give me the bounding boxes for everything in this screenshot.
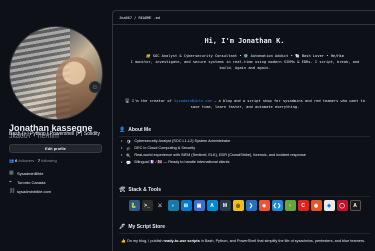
list-item: 🎓DEC in Cloud Computing & Security <box>121 145 306 152</box>
list-item: 💬Bilingual 🇫🇷 / 🇬🇧 — Ready to handle int… <box>121 159 306 166</box>
creator-suffix: — a blog and a script shop for sysadmins… <box>211 99 365 103</box>
store-description: 👍 On my blog, I publish ready-to-use scr… <box>121 238 365 243</box>
readme-greeting: Hi, I'm Jonathan K. <box>204 37 285 45</box>
wrench-icon: 🛠 <box>119 187 126 193</box>
creator-prefix: 🖥️ I'm the creator of <box>125 99 175 103</box>
about-title: About Me <box>128 127 152 133</box>
store-bold: ready-to-use scripts <box>163 239 200 243</box>
person-icon: 👤 <box>119 127 126 133</box>
readme-creator: 🖥️ I'm the creator of SysadminBible.com … <box>119 98 371 110</box>
stack-heading: 🛠 Stack & Tools <box>119 187 161 193</box>
link-icon: ⛓ <box>9 188 16 194</box>
bash-icon: >_ <box>141 200 153 211</box>
follow-counts: 👥 6 followers · 7 following <box>9 158 57 163</box>
avatar[interactable] <box>9 26 103 120</box>
list-item: 🛡Cybersecurity Analyst (SOC L1-L2) Syste… <box>121 138 306 145</box>
graduation-cap-icon: 🎓 <box>126 146 132 151</box>
metasploit-icon: M <box>219 200 231 211</box>
magnifier-icon: 🔍 <box>126 153 132 158</box>
building-icon: ▦ <box>9 170 14 176</box>
shield-icon: 🛡 <box>126 139 132 144</box>
intro-line-3: build. Again and again. <box>219 66 271 70</box>
set-status-icon[interactable]: ☺ <box>89 81 101 93</box>
following-count[interactable]: 7 <box>38 158 40 163</box>
windows-icon: ⊞ <box>180 200 192 211</box>
profile-company: ▦ SysadminBible <box>9 170 44 177</box>
profile-sidebar: ☺ Jonathan kassegne Jka667 · he/him <box>0 0 110 251</box>
store-suffix: in Bash, Python, and PowerShell that sim… <box>199 239 366 243</box>
location-pin-icon: ⌖ <box>9 179 12 185</box>
python-icon: 🐍 <box>128 200 140 211</box>
wireshark-icon: ◗ <box>167 200 179 211</box>
crowdstrike-icon: C <box>297 200 309 211</box>
store-title: My Script Store <box>128 224 166 230</box>
tool-icons: 🐍 >_ ⚔ ◗ ⊞ ▣ A M ◎ ❯ ◆ ❮❯ › C ◉ ◈ ◯ A <box>113 200 375 211</box>
profile-website: ⛓ sysadminbible.com <box>9 188 51 195</box>
store-heading: 🖊 My Script Store <box>119 224 165 230</box>
readme-intro: 🔐 SOC Analyst & Cybersecurity Consultant… <box>119 53 371 71</box>
readme-path[interactable]: Jka667 / README .md <box>119 16 160 20</box>
website-link[interactable]: sysadminbible.com <box>17 189 51 194</box>
stack-rule <box>119 196 370 197</box>
stack-title: Stack & Tools <box>128 187 162 193</box>
readme-divider <box>113 24 375 25</box>
store-prefix: 👍 On my blog, I publish <box>121 239 164 243</box>
git-icon: ◆ <box>258 200 270 211</box>
followers-label[interactable]: followers <box>18 158 34 163</box>
store-rule <box>119 233 370 234</box>
profile-location: ⌖ Toronto Canada <box>9 179 46 186</box>
about-item-text: Bilingual 🇫🇷 / 🇬🇧 — Ready to handle inte… <box>134 160 230 164</box>
microsoft-365-icon: ▣ <box>193 200 205 211</box>
about-item-text: DEC in Cloud Computing & Security <box>134 146 196 150</box>
profile-bio: Bash |> | Python | Powershell |> | Solid… <box>9 131 100 137</box>
speech-bubble-icon: 💬 <box>126 160 132 165</box>
pen-icon: 🖊 <box>119 224 126 230</box>
people-icon: 👥 <box>9 158 14 163</box>
nmap-icon: ◯ <box>336 200 348 211</box>
ubuntu-icon: ◉ <box>310 200 322 211</box>
splunk-icon: › <box>284 200 296 211</box>
location-text: Toronto Canada <box>17 180 46 185</box>
readme-panel: Jka667 / README .md Hi, I'm Jonathan K. … <box>112 10 375 251</box>
about-rule <box>119 136 370 137</box>
azure-icon: A <box>206 200 218 211</box>
ansible-icon: A <box>349 200 361 211</box>
sentinel-icon: ◈ <box>323 200 335 211</box>
visual-studio-code-icon: ❮❯ <box>271 200 283 211</box>
about-item-text: Cybersecurity Analyst (SOC L1-L2) System… <box>134 139 231 143</box>
powershell-icon: ❯ <box>245 200 257 211</box>
elastic-icon: ◎ <box>232 200 244 211</box>
about-item-text: Real-world experience with SIEM (Sentine… <box>134 153 306 157</box>
followers-count[interactable]: 6 <box>15 158 17 163</box>
list-item: 🔍Real-world experience with SIEM (Sentin… <box>121 152 306 159</box>
kali-icon: ⚔ <box>154 200 166 211</box>
following-label[interactable]: following <box>41 158 57 163</box>
about-heading: 👤 About Me <box>119 127 151 133</box>
creator-line-2: save time, learn faster, and automate ev… <box>190 105 300 109</box>
company-text: SysadminBible <box>17 171 44 176</box>
creator-link[interactable]: SysadminBible.com <box>174 99 212 103</box>
edit-profile-button[interactable]: Edit profile <box>9 144 102 153</box>
about-list: 🛡Cybersecurity Analyst (SOC L1-L2) Syste… <box>121 138 306 166</box>
